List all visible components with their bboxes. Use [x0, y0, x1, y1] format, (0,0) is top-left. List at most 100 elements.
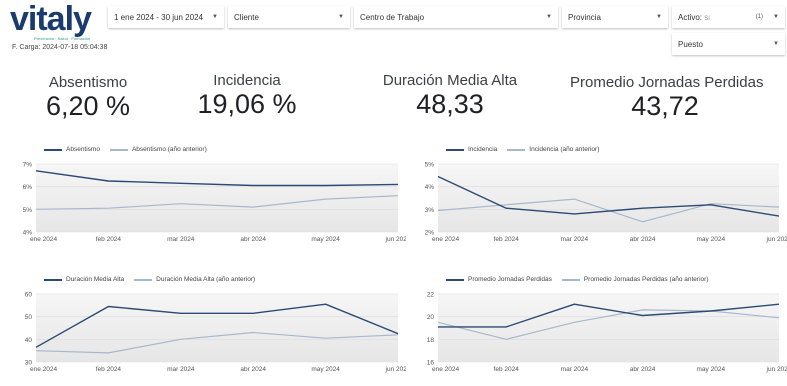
- activo-filter-count: (1): [755, 14, 764, 20]
- puesto-filter[interactable]: Puesto ▼: [672, 33, 785, 55]
- x-tick-label: abr 2024: [630, 366, 656, 373]
- kpi-value: 43,72: [631, 91, 699, 121]
- kpi-label: Duración Media Alta: [382, 72, 518, 89]
- chevron-down-icon: ▼: [546, 14, 552, 20]
- y-tick-label: 5%: [23, 207, 33, 214]
- kpi-absentismo: Absentismo 6,20 %: [40, 74, 136, 122]
- provincia-filter-label: Provincia: [568, 12, 601, 22]
- line-chart: 5%4%3%2%ene 2024 feb 2024 mar 2024 abr 2024…: [425, 162, 787, 244]
- legend-label: Promedio Jornadas Perdidas: [468, 276, 552, 283]
- legend-item[interactable]: Duración Media Alta: [44, 276, 124, 283]
- centro-trabajo-filter[interactable]: Centro de Trabajo ▼: [354, 6, 558, 28]
- puesto-filter-label: Puesto: [678, 39, 703, 49]
- legend-label: Incidencia (año anterior): [529, 146, 600, 153]
- vitaly-logo: vitaly Prevención · Salud · Formación: [10, 0, 102, 41]
- legend-swatch: [446, 148, 464, 151]
- legend-label: Duración Media Alta: [66, 276, 125, 283]
- legend-swatch: [507, 148, 526, 151]
- x-tick-label: abr 2024: [240, 236, 266, 243]
- x-tick-label: jun 2024: [385, 236, 406, 243]
- y-tick-label: 40: [25, 337, 33, 344]
- activo-filter-value: Sí: [704, 15, 710, 22]
- x-tick-label: ene 2024: [30, 236, 57, 243]
- legend-label: Absentismo (año anterior): [131, 146, 207, 153]
- y-tick-label: 20: [427, 314, 435, 321]
- chart-legend: Incidencia Incidencia (año anterior): [446, 146, 599, 153]
- chart-promedio-jornadas-perdidas: 22 20 18 16 ene 2024 feb 2024 mar 2024 abr 2024…: [414, 270, 787, 376]
- kpi-label: Absentismo: [48, 74, 128, 91]
- y-tick-label: 18: [427, 337, 435, 344]
- legend-swatch: [44, 148, 62, 151]
- kpi-value: 6,20 %: [45, 91, 131, 121]
- kpi-label: Promedio Jornadas Perdidas: [570, 74, 764, 91]
- x-tick-label: ene 2024: [432, 366, 459, 373]
- chevron-down-icon: ▼: [338, 14, 344, 20]
- chevron-down-icon: ▼: [212, 14, 218, 20]
- x-tick-label: may 2024: [311, 236, 340, 243]
- chart-legend: Absentismo Absentismo (año anterior): [44, 146, 207, 153]
- logo-tagline: Prevención · Salud · Formación: [34, 36, 91, 41]
- legend-swatch: [446, 278, 464, 281]
- kpi-value: 19,06 %: [197, 89, 297, 119]
- fecha-carga: F. Carga: 2024-07-18 05:04:38: [12, 44, 108, 51]
- x-tick-label: feb 2024: [494, 236, 520, 243]
- legend-item[interactable]: Incidencia (año anterior): [507, 146, 599, 153]
- line-chart: 22201816ene 2024 feb 2024 mar 2024 abr 2024…: [427, 292, 787, 374]
- chevron-down-icon: ▼: [656, 14, 662, 20]
- legend-swatch: [561, 278, 580, 281]
- y-tick-label: 3%: [425, 207, 435, 214]
- kpi-incidencia: Incidencia 19,06 %: [188, 72, 306, 120]
- legend-item[interactable]: Incidencia: [446, 146, 497, 153]
- x-tick-label: mar 2024: [561, 366, 589, 373]
- x-tick-label: mar 2024: [561, 236, 589, 243]
- x-tick-label: may 2024: [697, 236, 726, 243]
- legend-swatch: [44, 278, 62, 281]
- legend-swatch: [134, 278, 153, 281]
- legend-item[interactable]: Absentismo: [44, 146, 100, 153]
- x-tick-label: ene 2024: [432, 236, 459, 243]
- chart-incidencia: 5% 4% 3% 2% ene 2024 feb 2024 mar 2024 abr 2024…: [414, 140, 787, 246]
- x-tick-label: feb 2024: [96, 366, 122, 373]
- chart-legend: Duración Media Alta Duración Media Alta (…: [44, 276, 255, 283]
- y-tick-label: 50: [25, 314, 33, 321]
- line-chart: 60504030ene 2024 feb 2024 mar 2024 abr 2024…: [25, 292, 406, 374]
- legend-label: Duración Media Alta (año anterior): [156, 276, 256, 283]
- kpi-duracion-media-alta: Duración Media Alta 48,33: [360, 72, 540, 120]
- provincia-filter[interactable]: Provincia ▼: [562, 6, 668, 28]
- y-tick-label: 4%: [425, 184, 435, 191]
- legend-item[interactable]: Promedio Jornadas Perdidas (año anterior…: [561, 276, 709, 283]
- y-tick-label: 60: [25, 292, 33, 299]
- legend-item[interactable]: Absentismo (año anterior): [109, 146, 207, 153]
- y-tick-label: 6%: [23, 184, 33, 191]
- legend-label: Incidencia: [468, 146, 498, 153]
- cliente-filter[interactable]: Cliente ▼: [228, 6, 350, 28]
- activo-filter[interactable]: Activo: Sí (1) ▼: [672, 6, 785, 28]
- chart-duracion-media-alta: 60 50 40 30 ene 2024 feb 2024 mar 2024 abr 2024…: [12, 270, 406, 376]
- y-tick-label: 22: [427, 292, 435, 299]
- x-tick-label: mar 2024: [167, 236, 195, 243]
- kpi-promedio-jornadas-perdidas: Promedio Jornadas Perdidas 43,72: [570, 74, 764, 122]
- line-chart: 7%6%5%4%ene 2024 feb 2024 mar 2024 abr 2024…: [23, 162, 406, 244]
- activo-filter-label: Activo: Sí: [678, 12, 710, 22]
- x-tick-label: jun 2024: [766, 236, 787, 243]
- x-tick-label: jun 2024: [766, 366, 787, 373]
- legend-item[interactable]: Duración Media Alta (año anterior): [134, 276, 255, 283]
- chart-absentismo: 7% 6% 5% 4% ene 2024 feb 2024 mar 2024 abr 2024…: [12, 140, 406, 246]
- y-tick-label: 5%: [425, 162, 435, 169]
- kpi-label: Incidencia: [213, 72, 281, 89]
- x-tick-label: abr 2024: [630, 236, 656, 243]
- x-tick-label: mar 2024: [167, 366, 195, 373]
- x-tick-label: abr 2024: [240, 366, 266, 373]
- cliente-filter-label: Cliente: [234, 12, 259, 22]
- x-tick-label: may 2024: [311, 366, 340, 373]
- x-tick-label: may 2024: [697, 366, 726, 373]
- legend-swatch: [109, 148, 128, 151]
- chevron-down-icon: ▼: [773, 14, 779, 20]
- plot-area: [438, 294, 779, 362]
- x-tick-label: ene 2024: [30, 366, 57, 373]
- legend-item[interactable]: Promedio Jornadas Perdidas: [446, 276, 552, 283]
- x-tick-label: jun 2024: [385, 366, 406, 373]
- legend-label: Promedio Jornadas Perdidas (año anterior…: [583, 276, 709, 283]
- legend-label: Absentismo: [66, 146, 100, 153]
- date-range-picker[interactable]: 1 ene 2024 - 30 jun 2024 ▼: [108, 6, 224, 28]
